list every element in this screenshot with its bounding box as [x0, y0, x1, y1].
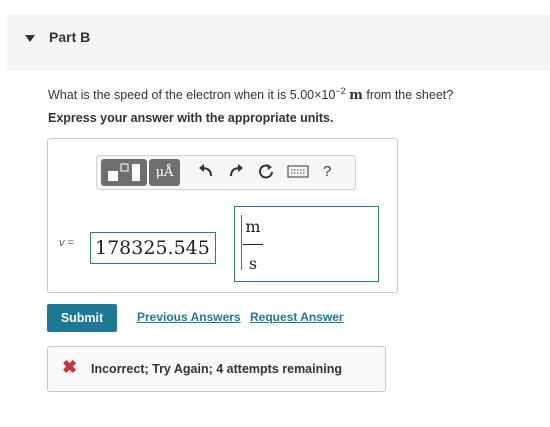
request-answer-link[interactable]: Request Answer — [250, 310, 344, 324]
unit-denominator: s — [248, 254, 258, 273]
feedback-message: Incorrect; Try Again; 4 attempts remaini… — [91, 362, 342, 376]
answer-units-input[interactable]: m s — [234, 206, 379, 282]
submit-button[interactable]: Submit — [47, 304, 117, 332]
feedback-box: ✖ Incorrect; Try Again; 4 attempts remai… — [47, 346, 386, 392]
reset-icon[interactable] — [257, 162, 275, 186]
question-suffix: from the sheet? — [366, 88, 454, 103]
templates-button[interactable] — [101, 159, 147, 186]
keyboard-icon[interactable] — [287, 162, 309, 186]
question-prefix: What is the speed of the electron when i… — [48, 88, 336, 103]
equals-sign: = — [67, 237, 74, 249]
part-header[interactable]: Part B — [7, 15, 550, 71]
variable-label: v = — [59, 237, 74, 249]
fraction-bar — [243, 244, 263, 245]
question-unit: m — [349, 88, 363, 104]
redo-icon[interactable] — [227, 162, 245, 186]
collapse-caret-icon[interactable] — [25, 35, 35, 42]
math-toolbar: μÅ ? — [96, 155, 356, 190]
answer-panel: μÅ ? v = 178325.545 m s — [47, 138, 398, 293]
text-cursor — [241, 215, 242, 270]
undo-icon[interactable] — [197, 162, 215, 186]
templates-icon — [108, 163, 140, 181]
previous-answers-link[interactable]: Previous Answers — [137, 310, 241, 324]
question-text: What is the speed of the electron when i… — [48, 86, 453, 103]
variable-symbol: v — [59, 237, 65, 249]
answer-instruction: Express your answer with the appropriate… — [48, 111, 334, 125]
question-exponent: −2 — [335, 86, 346, 96]
unit-numerator: m — [245, 217, 261, 236]
help-button[interactable]: ? — [323, 162, 331, 182]
part-title: Part B — [49, 29, 91, 45]
x-icon: ✖ — [62, 357, 78, 377]
units-button[interactable]: μÅ — [149, 159, 180, 186]
answer-value-input[interactable]: 178325.545 — [90, 232, 216, 264]
